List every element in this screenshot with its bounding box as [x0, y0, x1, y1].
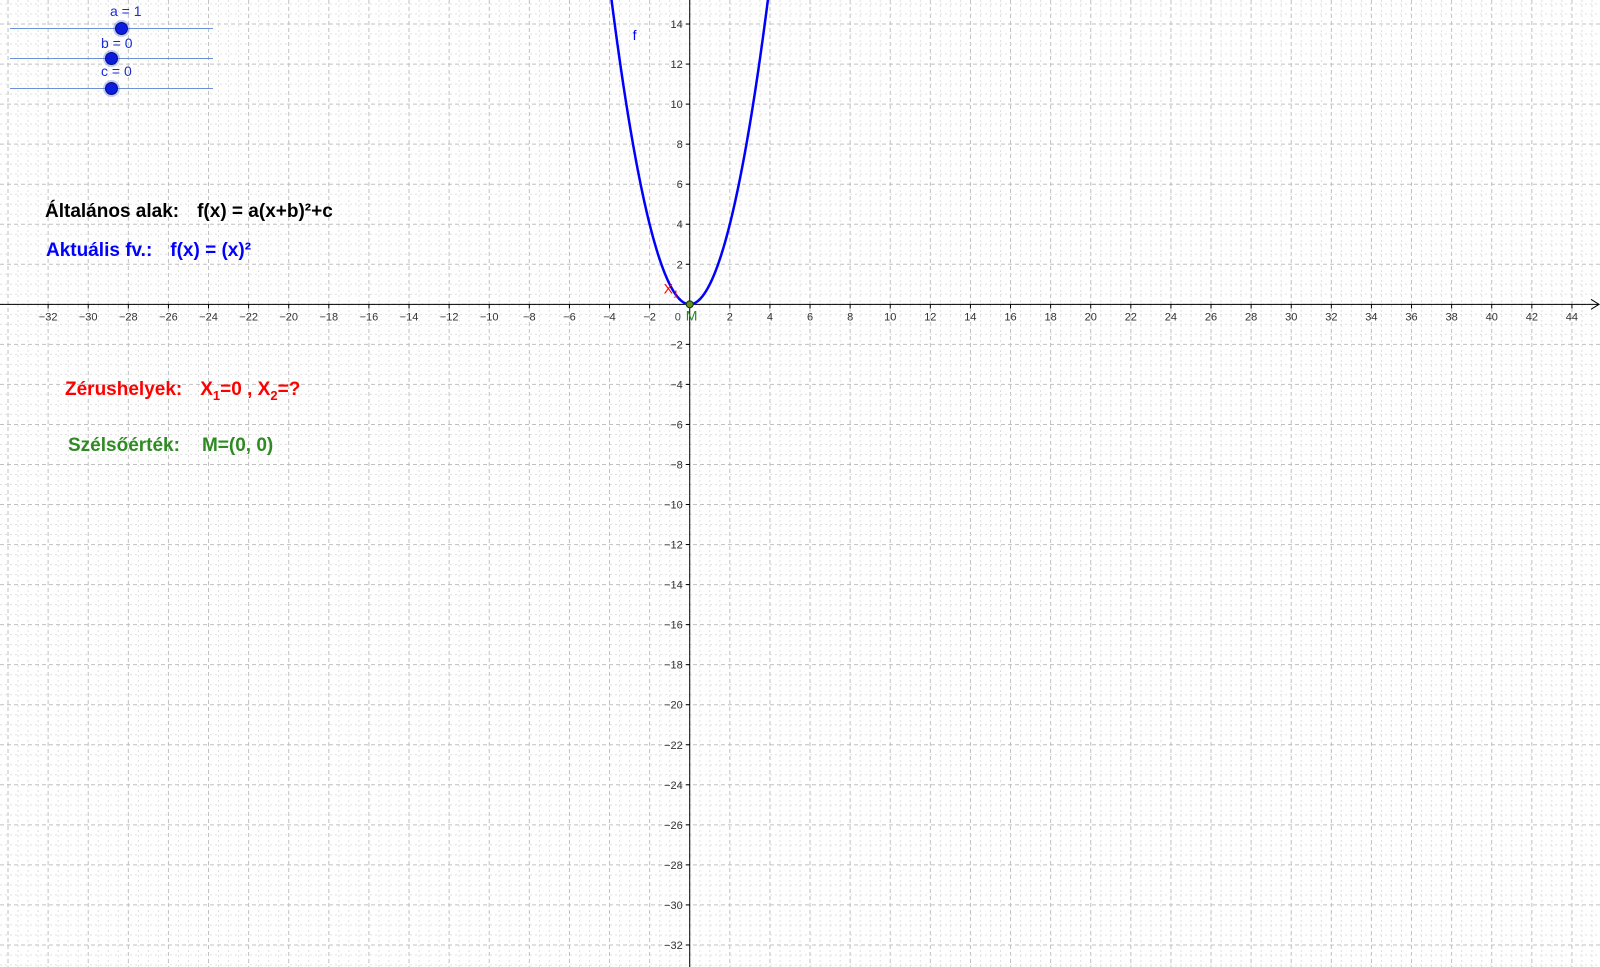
y-tick-label: −28 — [664, 860, 683, 872]
x-tick-label: −32 — [39, 311, 58, 323]
y-tick-label: −22 — [664, 740, 683, 752]
y-tick-label: −20 — [664, 700, 683, 712]
x-tick-label: 32 — [1325, 311, 1337, 323]
x-tick-label: −20 — [279, 311, 298, 323]
y-tick-label: 12 — [670, 59, 682, 71]
slider-a-handle[interactable] — [115, 22, 128, 35]
y-tick-label: −8 — [670, 459, 683, 471]
y-tick-label: −16 — [664, 620, 683, 632]
x-tick-label: −4 — [603, 311, 616, 323]
x-tick-label: −16 — [360, 311, 379, 323]
zero-x2: X2=? — [257, 379, 301, 403]
x-tick-label: 6 — [807, 311, 813, 323]
x-tick-label: −14 — [400, 311, 419, 323]
y-tick-label: −6 — [670, 419, 683, 431]
y-tick-label: 10 — [670, 99, 682, 111]
x-tick-label: 2 — [727, 311, 733, 323]
extremum-text: Szélsőérték: M=(0, 0) — [68, 435, 273, 457]
x-tick-label: −30 — [79, 311, 98, 323]
extremum-value: M=(0, 0) — [201, 435, 274, 456]
y-tick-label: −24 — [664, 780, 683, 792]
current-function-formula: f(x) = (x)² — [170, 240, 252, 261]
function-f-label[interactable]: f — [633, 27, 637, 43]
x-tick-label: 24 — [1165, 311, 1177, 323]
slider-c-handle[interactable] — [105, 82, 118, 95]
graphics-view[interactable]: −32 −30 −28 −26 −24 −22 −20 −18 −16 −14 −12 −10 −8 −6… — [0, 0, 1600, 967]
zero-x1: X1=0 , — [200, 379, 253, 403]
x-tick-label: 42 — [1526, 311, 1538, 323]
y-tick-label: −32 — [664, 940, 683, 952]
x-tick-label: −10 — [480, 311, 499, 323]
current-function-label: Aktuális fv.: — [46, 240, 153, 261]
y-tick-label: −30 — [664, 900, 683, 912]
x-tick-label: 12 — [924, 311, 936, 323]
x-tick-label: 18 — [1045, 311, 1057, 323]
x-tick-label: 28 — [1245, 311, 1257, 323]
x-tick-label: 44 — [1566, 311, 1578, 323]
x-tick-label: 40 — [1486, 311, 1498, 323]
x-tick-label: −2 — [643, 311, 656, 323]
x-tick-label: −28 — [119, 311, 138, 323]
y-tick-label: −4 — [670, 379, 683, 391]
x-tick-label: 20 — [1085, 311, 1097, 323]
slider-b-label: b = 0 — [101, 35, 133, 51]
coordinate-grid — [0, 0, 1600, 967]
x-tick-label: 22 — [1125, 311, 1137, 323]
slider-c-label: c = 0 — [101, 63, 132, 79]
x-tick-label: 34 — [1365, 311, 1377, 323]
y-tick-label: 8 — [677, 139, 683, 151]
x-tick-label: −12 — [440, 311, 459, 323]
y-tick-label: 14 — [670, 19, 682, 31]
general-form-label: Általános alak: — [45, 201, 180, 222]
current-function-text: Aktuális fv.: f(x) = (x)² — [46, 240, 251, 262]
slider-a-label: a = 1 — [110, 3, 142, 19]
y-tick-label: 6 — [677, 179, 683, 191]
extremum-point-m-label: M — [686, 307, 698, 323]
x-tick-label: 8 — [847, 311, 853, 323]
x-tick-label: −22 — [239, 311, 258, 323]
y-tick-label: −2 — [670, 339, 683, 351]
zeros-text: Zérushelyek: X1=0 , X2=? — [65, 379, 300, 403]
y-tick-label: −18 — [664, 660, 683, 672]
x-tick-label: 36 — [1405, 311, 1417, 323]
x-tick-label: −26 — [159, 311, 178, 323]
x-tick-label: 4 — [767, 311, 773, 323]
x-tick-label: −8 — [523, 311, 536, 323]
x-tick-label: 16 — [1004, 311, 1016, 323]
y-tick-label: 2 — [677, 259, 683, 271]
x-tick-label: −6 — [563, 311, 576, 323]
y-tick-label: −14 — [664, 580, 683, 592]
x-tick-label: 38 — [1446, 311, 1458, 323]
general-form-formula: f(x) = a(x+b)²+c — [197, 201, 333, 222]
x-tick-label: 14 — [964, 311, 976, 323]
y-tick-label: −26 — [664, 820, 683, 832]
zero-point-x1-label: X1 — [664, 280, 679, 300]
y-tick-label: 4 — [677, 219, 683, 231]
slider-a-track[interactable] — [10, 28, 213, 29]
x-tick-label: 30 — [1285, 311, 1297, 323]
x-tick-label: 10 — [884, 311, 896, 323]
x-tick-label: −24 — [199, 311, 218, 323]
x-tick-label: −18 — [319, 311, 338, 323]
x-tick-label: 26 — [1205, 311, 1217, 323]
extremum-label: Szélsőérték: — [68, 435, 180, 456]
general-form-text: Általános alak: f(x) = a(x+b)²+c — [45, 201, 333, 223]
zeros-label: Zérushelyek: — [65, 379, 183, 400]
axis-tick-labels: −32 −30 −28 −26 −24 −22 −20 −18 −16 −14 −12 −10 −8 −6… — [39, 19, 1578, 952]
y-tick-label: −10 — [664, 500, 683, 512]
origin-label: 0 — [675, 311, 681, 323]
y-tick-label: −12 — [664, 540, 683, 552]
